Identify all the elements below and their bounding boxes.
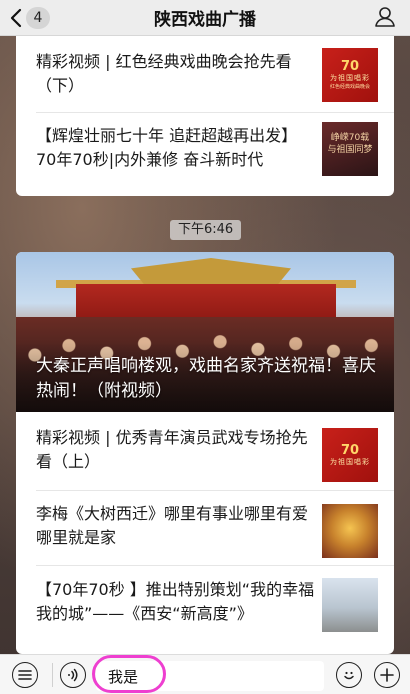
unread-count-badge: 4 [26,7,50,29]
article-thumbnail: 70 为祖国唱彩 红色经典戏曲晚会 [322,48,378,102]
article-title: 李梅《大树西迁》哪里有事业哪里有爱哪里就是家 [36,504,309,547]
more-button[interactable] [374,662,400,688]
article-item[interactable]: 【70年70秒 】推出特别策划“我的幸福我的城”——《西安“新高度”》 [16,570,394,642]
divider [36,565,394,566]
divider [36,490,394,491]
plus-icon [380,668,394,682]
article-thumbnail [322,504,378,558]
article-item[interactable]: 李梅《大树西迁》哪里有事业哪里有爱哪里就是家 [16,496,394,560]
top-navigation-bar: 4 陕西戏曲广播 [0,0,410,36]
menu-list-icon [18,670,32,680]
article-thumbnail [322,578,378,632]
hero-image-pavilion [131,258,291,284]
divider [36,112,394,113]
article-title: 【辉煌壮丽七十年 追赶超越再出发】70年70秒|内外兼修 奋斗新时代 [36,126,298,169]
message-input[interactable]: 我是 [96,661,324,691]
hero-headline: 大秦正声唱响楼观，戏曲名家齐送祝福！喜庆热闹！（附视频） [36,356,376,401]
person-icon [375,7,395,27]
article-item[interactable]: 精彩视频 | 优秀青年演员武戏专场抢先看（上） 70 为祖国唱彩 [16,418,394,484]
voice-button[interactable] [60,662,86,688]
profile-button[interactable] [374,6,396,32]
back-button[interactable]: 4 [10,5,50,31]
article-item[interactable]: 精彩视频 | 红色经典戏曲晚会抢先看（下） 70 为祖国唱彩 红色经典戏曲晚会 [16,44,394,108]
emoji-icon [344,671,354,680]
message-input-value: 我是 [108,668,139,686]
chat-input-bar: 我是 [0,654,410,694]
chevron-left-icon [10,8,22,28]
article-thumbnail: 峥嵘70载 与祖国同梦 [322,122,378,176]
menu-button[interactable] [12,662,38,688]
article-title: 精彩视频 | 红色经典戏曲晚会抢先看（下） [36,52,292,95]
emoji-button[interactable] [336,662,362,688]
message-timestamp: 下午6:46 [170,220,242,240]
article-card-previous: 精彩视频 | 红色经典戏曲晚会抢先看（下） 70 为祖国唱彩 红色经典戏曲晚会 … [16,36,394,196]
article-item[interactable]: 【辉煌壮丽七十年 追赶超越再出发】70年70秒|内外兼修 奋斗新时代 峥嵘70载… [16,116,394,188]
voice-icon [68,668,78,682]
article-card: 大秦正声唱响楼观，戏曲名家齐送祝福！喜庆热闹！（附视频） 精彩视频 | 优秀青年… [16,252,394,654]
hero-article[interactable]: 大秦正声唱响楼观，戏曲名家齐送祝福！喜庆热闹！（附视频） [16,252,394,412]
article-thumbnail: 70 为祖国唱彩 [322,428,378,482]
chat-title: 陕西戏曲广播 [154,10,256,30]
article-title: 【70年70秒 】推出特别策划“我的幸福我的城”——《西安“新高度”》 [36,580,315,623]
article-title: 精彩视频 | 优秀青年演员武戏专场抢先看（上） [36,428,308,471]
